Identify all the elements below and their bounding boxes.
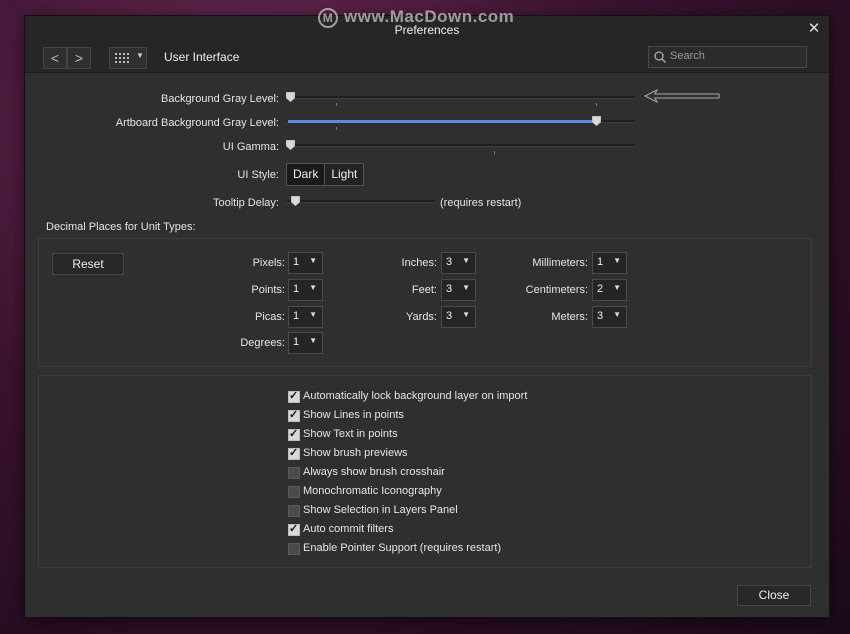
breadcrumb: User Interface: [164, 50, 240, 64]
chevron-down-icon: ▼: [309, 336, 317, 345]
forward-button[interactable]: >: [67, 47, 91, 69]
tooltip-delay-thumb[interactable]: [291, 196, 300, 207]
ui-gamma-slider[interactable]: [287, 144, 635, 147]
option-checkbox[interactable]: [288, 522, 300, 536]
tooltip-restart-note: (requires restart): [440, 197, 522, 209]
option-label: Monochromatic Iconography: [303, 485, 442, 497]
watermark: Mwww.MacDown.com: [318, 7, 514, 28]
points-dropdown[interactable]: 1 ▼: [288, 279, 323, 301]
artboard-gray-fill: [288, 120, 597, 123]
chevron-down-icon: ▼: [309, 310, 317, 319]
millimeters-dropdown[interactable]: 1 ▼: [592, 252, 627, 274]
option-label: Show Text in points: [303, 428, 398, 440]
toolbar: < > ▼ User Interface Search: [25, 42, 829, 73]
arrow-annotation-icon: [643, 89, 720, 103]
tooltip-delay-label: Tooltip Delay:: [212, 197, 279, 209]
option-label: Always show brush crosshair: [303, 466, 445, 478]
option-checkbox[interactable]: [288, 389, 300, 403]
option-checkbox[interactable]: [288, 427, 300, 441]
search-input[interactable]: Search: [648, 46, 807, 68]
slider-tick: [336, 103, 337, 106]
pixels-dropdown[interactable]: 1 ▼: [288, 252, 323, 274]
pixels-label: Pixels:: [252, 257, 285, 269]
inches-dropdown[interactable]: 3 ▼: [441, 252, 476, 274]
chevron-down-icon: ▼: [613, 256, 621, 265]
search-placeholder: Search: [670, 50, 705, 62]
option-label: Enable Pointer Support (requires restart…: [303, 542, 502, 554]
degrees-label: Degrees:: [240, 337, 285, 349]
picas-dropdown[interactable]: 1 ▼: [288, 306, 323, 328]
yards-dropdown[interactable]: 3 ▼: [441, 306, 476, 328]
slider-tick: [596, 103, 597, 106]
chevron-down-icon: ▼: [613, 310, 621, 319]
bg-gray-thumb[interactable]: [286, 92, 295, 103]
option-checkbox[interactable]: [288, 486, 300, 498]
chevron-right-icon: >: [74, 50, 84, 66]
ui-gamma-label: UI Gamma:: [222, 141, 279, 153]
chevron-down-icon: ▼: [136, 51, 144, 60]
back-button[interactable]: <: [43, 47, 67, 69]
ui-gamma-thumb[interactable]: [286, 140, 295, 151]
chevron-down-icon: ▼: [462, 283, 470, 292]
option-checkbox[interactable]: [288, 446, 300, 460]
ui-style-dark-option[interactable]: Dark: [287, 164, 325, 185]
option-checkbox[interactable]: [288, 408, 300, 422]
preferences-window: Preferences Mwww.MacDown.com ✕ < > ▼ Use…: [25, 7, 829, 617]
bg-gray-label: Background Gray Level:: [160, 93, 279, 105]
search-icon: [654, 51, 666, 63]
ui-style-label: UI Style:: [237, 169, 279, 181]
slider-tick: [336, 127, 337, 130]
artboard-gray-label: Artboard Background Gray Level:: [115, 117, 279, 129]
points-label: Points:: [251, 284, 285, 296]
chevron-down-icon: ▼: [462, 256, 470, 265]
option-checkbox[interactable]: [288, 467, 300, 479]
close-window-icon[interactable]: ✕: [804, 19, 824, 39]
inches-label: Inches:: [401, 257, 437, 269]
chevron-down-icon: ▼: [613, 283, 621, 292]
yards-label: Yards:: [406, 311, 437, 323]
option-label: Auto commit filters: [303, 523, 394, 535]
chevron-left-icon: <: [50, 50, 60, 66]
meters-label: Meters:: [551, 311, 588, 323]
decimal-section-title: Decimal Places for Unit Types:: [46, 221, 196, 233]
feet-label: Feet:: [411, 284, 437, 296]
grid-icon: [115, 53, 129, 63]
centimeters-dropdown[interactable]: 2 ▼: [592, 279, 627, 301]
option-label: Show Selection in Layers Panel: [303, 504, 458, 516]
option-checkbox[interactable]: [288, 505, 300, 517]
millimeters-label: Millimeters:: [532, 257, 588, 269]
option-label: Show Lines in points: [303, 409, 404, 421]
artboard-gray-thumb[interactable]: [592, 116, 601, 127]
centimeters-label: Centimeters:: [525, 284, 588, 296]
ui-style-segmented: Dark Light: [286, 163, 365, 186]
option-checkbox[interactable]: [288, 543, 300, 555]
meters-dropdown[interactable]: 3 ▼: [592, 306, 627, 328]
chevron-down-icon: ▼: [309, 283, 317, 292]
watermark-logo-icon: M: [318, 7, 338, 28]
picas-label: Picas:: [255, 311, 285, 323]
show-all-button[interactable]: ▼: [109, 47, 147, 69]
chevron-down-icon: ▼: [309, 256, 317, 265]
ui-style-light-option[interactable]: Light: [325, 164, 363, 185]
option-label: Show brush previews: [303, 447, 408, 459]
close-button[interactable]: Close: [737, 585, 811, 606]
chevron-down-icon: ▼: [462, 310, 470, 319]
reset-button[interactable]: Reset: [52, 253, 124, 275]
tooltip-delay-slider[interactable]: [287, 200, 435, 203]
bg-gray-slider[interactable]: [287, 96, 635, 99]
degrees-dropdown[interactable]: 1 ▼: [288, 332, 323, 354]
slider-tick: [494, 151, 495, 154]
option-label: Automatically lock background layer on i…: [303, 390, 528, 402]
feet-dropdown[interactable]: 3 ▼: [441, 279, 476, 301]
